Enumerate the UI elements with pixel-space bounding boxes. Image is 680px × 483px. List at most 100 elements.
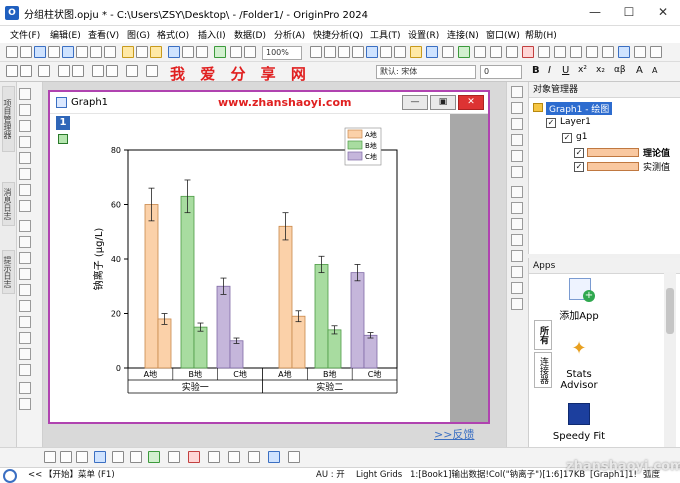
bold-button[interactable]: B [532, 65, 540, 76]
new-matrix-icon[interactable] [62, 46, 74, 58]
menu-connect[interactable]: 连接(N) [447, 28, 479, 41]
menu-quick-analysis[interactable]: 快捷分析(Q) [313, 28, 363, 41]
line-plot-icon[interactable] [44, 451, 56, 463]
font-increase-button[interactable]: A [636, 65, 643, 76]
command-window-icon[interactable] [380, 46, 392, 58]
menu-settings[interactable]: 设置(R) [408, 28, 439, 41]
add-xy-axis-icon[interactable] [511, 134, 523, 146]
new-function-icon[interactable] [76, 46, 88, 58]
rectangle-tool-icon[interactable] [19, 284, 31, 296]
color-palette-icon[interactable] [19, 382, 31, 394]
app-center-icon[interactable] [410, 46, 422, 58]
add-layer-icon[interactable] [490, 46, 502, 58]
text-tool-icon[interactable] [19, 220, 31, 232]
add-y-axis-icon[interactable] [511, 118, 523, 130]
stats-advisor-icon[interactable]: ✦ [569, 338, 589, 360]
subscript-button[interactable]: x₂ [596, 65, 605, 75]
tab-connectors[interactable]: 连接器 [534, 352, 552, 388]
zoom-out-icon[interactable] [72, 65, 84, 77]
line-symbol-icon[interactable] [76, 451, 88, 463]
zoom-tool-icon[interactable] [19, 104, 31, 116]
ternary-plot-icon[interactable] [268, 451, 280, 463]
maximize-button[interactable]: ☐ [612, 0, 646, 26]
polar-plot-icon[interactable] [248, 451, 260, 463]
layer-3-icon[interactable] [511, 218, 523, 230]
line-style-icon[interactable] [19, 398, 31, 410]
vector-plot-icon[interactable] [288, 451, 300, 463]
menu-file[interactable]: 文件(F) [10, 28, 40, 41]
send-graph-icon[interactable] [538, 46, 550, 58]
layer-4-icon[interactable] [511, 234, 523, 246]
layer-5-icon[interactable] [511, 250, 523, 262]
data-reader-icon[interactable] [19, 152, 31, 164]
data-connector-icon[interactable] [442, 46, 454, 58]
tree-layer-node[interactable]: Layer1 [560, 117, 591, 127]
duplicate-icon[interactable] [324, 46, 336, 58]
layer-6-icon[interactable] [511, 266, 523, 278]
results-log-icon[interactable] [366, 46, 378, 58]
pointer-icon[interactable] [19, 88, 31, 100]
new-folder-icon[interactable] [20, 46, 32, 58]
digitizer-icon[interactable] [570, 46, 582, 58]
status-grids[interactable]: Light Grids [356, 468, 402, 483]
open-template-icon[interactable] [136, 46, 148, 58]
undo-zoom-icon[interactable] [126, 65, 138, 77]
menu-data[interactable]: 数据(D) [234, 28, 266, 41]
save-template-icon[interactable] [182, 46, 194, 58]
equation-icon[interactable] [19, 316, 31, 328]
tab-all-apps[interactable]: 所有 [534, 320, 552, 350]
open-icon[interactable] [122, 46, 134, 58]
recalculate-icon[interactable] [214, 46, 226, 58]
new-layout-icon[interactable] [90, 46, 102, 58]
area-plot-icon[interactable] [148, 451, 160, 463]
contour-plot-icon[interactable] [188, 451, 200, 463]
menu-graph[interactable]: 图(G) [127, 28, 150, 41]
new-notes-icon[interactable] [104, 46, 116, 58]
plot-setup-icon[interactable] [458, 46, 470, 58]
fit-icon[interactable] [634, 46, 646, 58]
origin-logo-icon[interactable]: O [5, 6, 19, 20]
font-decrease-button[interactable]: A [652, 66, 657, 75]
stats-advisor-label[interactable]: Stats Advisor [547, 369, 611, 391]
save-icon[interactable] [168, 46, 180, 58]
new-layer-icon[interactable] [506, 46, 518, 58]
tree-group-node[interactable]: g1 [576, 132, 587, 142]
open-excel-icon[interactable] [150, 46, 162, 58]
statistics-icon[interactable] [618, 46, 630, 58]
tree-graph-node[interactable]: Graph1 - 绘图 [546, 102, 613, 115]
add-x-axis-icon[interactable] [511, 102, 523, 114]
tab-project-manager[interactable]: 项目管理器 [2, 86, 15, 152]
minimize-button[interactable]: — [578, 0, 612, 26]
hide-icon[interactable] [146, 65, 158, 77]
rescale-icon[interactable] [38, 65, 50, 77]
line-tool-icon[interactable] [19, 268, 31, 280]
undo-icon[interactable] [6, 65, 18, 77]
redo-icon[interactable] [20, 65, 32, 77]
data-selector-icon[interactable] [19, 168, 31, 180]
arrow-tool-icon[interactable] [19, 236, 31, 248]
image-export-icon[interactable] [522, 46, 534, 58]
font-size-select[interactable]: 0 [480, 65, 522, 79]
close-button[interactable]: ✕ [646, 0, 680, 26]
status-collapse[interactable]: << [28, 468, 42, 483]
menu-window[interactable]: 窗口(W) [486, 28, 520, 41]
screen-reader-icon[interactable] [19, 136, 31, 148]
graph-window[interactable]: Graph1 www.zhanshaoyi.com — ▣ ✕ 1 0 20 40 6… [48, 90, 490, 441]
insert-image-icon[interactable] [19, 364, 31, 376]
tree-plot-1[interactable]: 理论值 [643, 146, 670, 159]
zoom-in-icon[interactable] [58, 65, 70, 77]
layer-checkbox[interactable]: ✓ [546, 118, 556, 128]
status-start-menu[interactable]: 【开始】菜单 (F1) [44, 468, 115, 483]
axis-scale-icon[interactable] [511, 150, 523, 162]
layer-2-icon[interactable] [511, 202, 523, 214]
scatter-plot-icon[interactable] [60, 451, 72, 463]
search-icon[interactable] [3, 469, 17, 483]
menu-analysis[interactable]: 分析(A) [274, 28, 305, 41]
italic-button[interactable]: I [548, 65, 551, 76]
curved-arrow-icon[interactable] [19, 252, 31, 264]
print-icon[interactable] [230, 46, 242, 58]
apps-scroll-thumb[interactable] [666, 288, 674, 334]
column-plot-icon[interactable] [94, 451, 106, 463]
underline-button[interactable]: U [562, 65, 569, 76]
bar-plot-icon[interactable] [112, 451, 124, 463]
